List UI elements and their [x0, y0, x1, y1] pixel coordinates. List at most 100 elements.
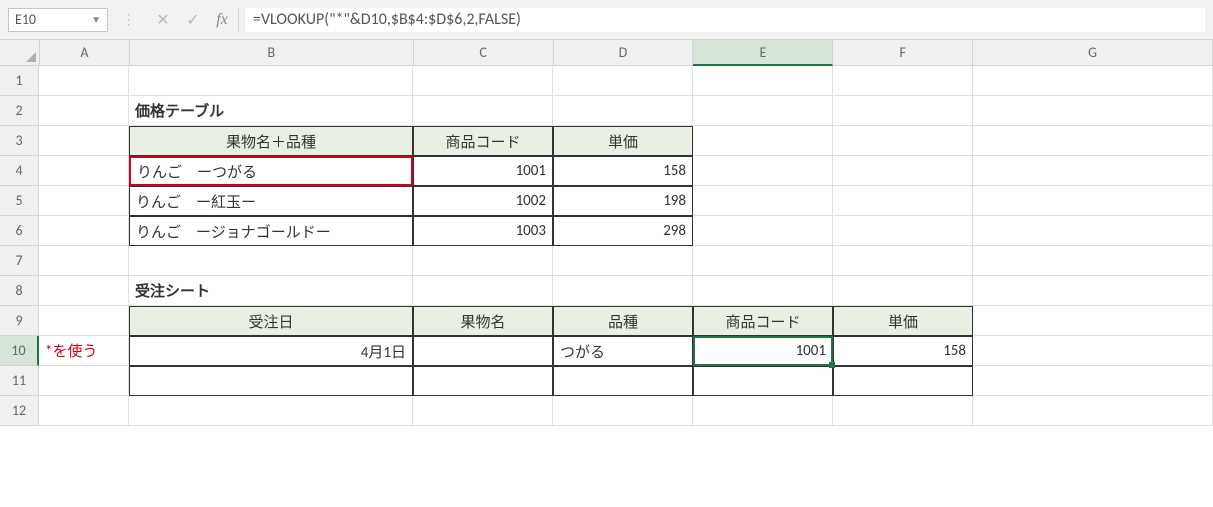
table2-header-date[interactable]: 受注日 [129, 306, 413, 336]
cell-G3[interactable] [973, 126, 1213, 156]
row-header-3[interactable]: 3 [0, 126, 39, 156]
col-header-D[interactable]: D [554, 40, 694, 66]
cell-G9[interactable] [973, 306, 1213, 336]
cell-B8[interactable]: 受注シート [129, 276, 413, 306]
table2-header-code[interactable]: 商品コード [693, 306, 833, 336]
row-header-6[interactable]: 6 [0, 216, 39, 246]
cell-F12[interactable] [833, 396, 973, 426]
formula-input[interactable] [245, 8, 1205, 32]
cell-A4[interactable] [39, 156, 129, 186]
cell-G12[interactable] [973, 396, 1213, 426]
cell-G4[interactable] [973, 156, 1213, 186]
row-header-4[interactable]: 4 [0, 156, 39, 186]
cell-C6[interactable]: 1003 [413, 216, 553, 246]
cell-G1[interactable] [973, 66, 1213, 96]
col-header-F[interactable]: F [833, 40, 973, 66]
cell-A12[interactable] [39, 396, 129, 426]
cell-A8[interactable] [39, 276, 129, 306]
select-all-corner[interactable] [0, 40, 40, 66]
cell-D10[interactable]: つがる [553, 336, 693, 366]
cell-D8[interactable] [553, 276, 693, 306]
cell-B7[interactable] [129, 246, 413, 276]
row-header-8[interactable]: 8 [0, 276, 39, 306]
cell-G10[interactable] [973, 336, 1213, 366]
row-header-7[interactable]: 7 [0, 246, 39, 276]
cell-A10[interactable]: *を使う [39, 336, 129, 366]
cell-D2[interactable] [553, 96, 693, 126]
cell-E8[interactable] [693, 276, 833, 306]
cell-A1[interactable] [39, 66, 129, 96]
cell-E11[interactable] [693, 366, 833, 396]
cell-B6[interactable]: りんご ージョナゴールドー [129, 216, 413, 246]
cell-G11[interactable] [973, 366, 1213, 396]
confirm-icon[interactable]: ✓ [178, 10, 208, 30]
cell-B10[interactable]: 4月1日 [129, 336, 413, 366]
col-header-G[interactable]: G [973, 40, 1213, 66]
cell-E5[interactable] [693, 186, 833, 216]
row-header-1[interactable]: 1 [0, 66, 39, 96]
table1-header-price[interactable]: 単価 [553, 126, 693, 156]
cell-D5[interactable]: 198 [553, 186, 693, 216]
cell-E3[interactable] [693, 126, 833, 156]
col-header-B[interactable]: B [130, 40, 414, 66]
cell-D6[interactable]: 298 [553, 216, 693, 246]
table2-header-price[interactable]: 単価 [833, 306, 973, 336]
cells-area[interactable]: 価格テーブル 果物名＋品種 商品コード 単価 りんご ーつがる [39, 66, 1213, 426]
cell-D11[interactable] [553, 366, 693, 396]
cell-G5[interactable] [973, 186, 1213, 216]
row-header-2[interactable]: 2 [0, 96, 39, 126]
cell-B12[interactable] [129, 396, 413, 426]
cell-E1[interactable] [693, 66, 833, 96]
table2-header-variety[interactable]: 品種 [553, 306, 693, 336]
cell-F8[interactable] [833, 276, 973, 306]
col-header-A[interactable]: A [40, 40, 130, 66]
cell-A3[interactable] [39, 126, 129, 156]
cell-C1[interactable] [413, 66, 553, 96]
cell-B5[interactable]: りんご ー紅玉ー [129, 186, 413, 216]
cell-D4[interactable]: 158 [553, 156, 693, 186]
cell-C4[interactable]: 1001 [413, 156, 553, 186]
cell-G7[interactable] [973, 246, 1213, 276]
cell-F10[interactable]: 158 [833, 336, 973, 366]
cell-A9[interactable] [39, 306, 129, 336]
cell-F4[interactable] [833, 156, 973, 186]
cell-D12[interactable] [553, 396, 693, 426]
cell-C12[interactable] [413, 396, 553, 426]
expand-button[interactable]: ⋮ [108, 11, 148, 28]
name-box[interactable]: E10 ▼ [8, 8, 108, 32]
cell-B1[interactable] [129, 66, 413, 96]
cell-F6[interactable] [833, 216, 973, 246]
cell-F7[interactable] [833, 246, 973, 276]
cell-F1[interactable] [833, 66, 973, 96]
cell-C10[interactable] [413, 336, 553, 366]
cell-E10[interactable]: 1001 [693, 336, 833, 366]
cell-G6[interactable] [973, 216, 1213, 246]
cell-C2[interactable] [413, 96, 553, 126]
cell-A5[interactable] [39, 186, 129, 216]
cell-A7[interactable] [39, 246, 129, 276]
name-box-dropdown-icon[interactable]: ▼ [91, 13, 101, 26]
cancel-icon[interactable]: ✕ [148, 10, 178, 30]
cell-E2[interactable] [693, 96, 833, 126]
row-header-10[interactable]: 10 [0, 336, 39, 366]
cell-E6[interactable] [693, 216, 833, 246]
cell-F3[interactable] [833, 126, 973, 156]
col-header-E[interactable]: E [693, 40, 833, 66]
cell-F5[interactable] [833, 186, 973, 216]
col-header-C[interactable]: C [414, 40, 554, 66]
cell-A11[interactable] [39, 366, 129, 396]
cell-C7[interactable] [413, 246, 553, 276]
row-header-11[interactable]: 11 [0, 366, 39, 396]
fx-icon[interactable]: fx [208, 11, 236, 29]
cell-D7[interactable] [553, 246, 693, 276]
table1-header-name[interactable]: 果物名＋品種 [129, 126, 413, 156]
cell-D1[interactable] [553, 66, 693, 96]
cell-C8[interactable] [413, 276, 553, 306]
cell-B4[interactable]: りんご ーつがる [129, 156, 413, 186]
cell-B11[interactable] [129, 366, 413, 396]
cell-F2[interactable] [833, 96, 973, 126]
cell-E4[interactable] [693, 156, 833, 186]
cell-C11[interactable] [413, 366, 553, 396]
cell-G2[interactable] [973, 96, 1213, 126]
cell-B2[interactable]: 価格テーブル [129, 96, 413, 126]
